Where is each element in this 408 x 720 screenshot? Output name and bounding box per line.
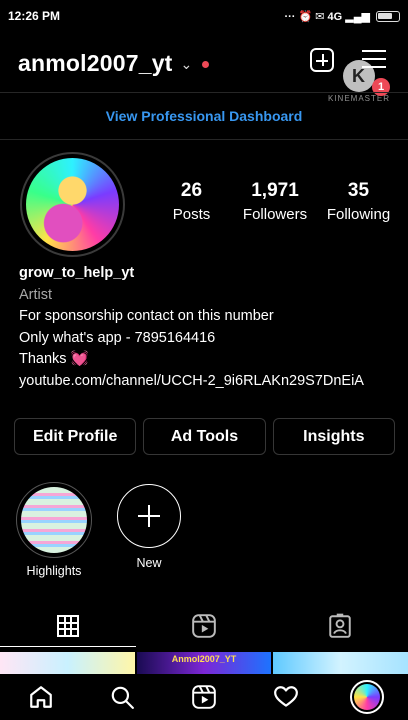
profile-avatar-icon: [350, 680, 385, 714]
nav-profile[interactable]: [347, 677, 387, 717]
reels-icon: [192, 685, 216, 709]
thumbnail-caption: Anmol2007_YT: [171, 654, 237, 664]
status-bar: 12:26 PM ··· ⏰ ✉ 4G ▂▄▆: [0, 0, 408, 32]
grid-icon: [57, 615, 79, 637]
bio-line-1: For sponsorship contact on this number: [19, 308, 274, 324]
watermark-logo: K: [342, 60, 375, 92]
username-switcher[interactable]: anmol2007_yt: [18, 50, 173, 77]
bio-line-3: Thanks: [19, 351, 67, 367]
edit-profile-button[interactable]: Edit Profile: [14, 418, 137, 455]
posts-count: 26: [180, 180, 203, 201]
tab-posts-grid[interactable]: [0, 604, 136, 648]
nav-search[interactable]: [102, 677, 142, 717]
reels-icon: [192, 614, 216, 638]
profile-action-buttons: Edit Profile Ad Tools Insights: [14, 418, 395, 455]
following-count: 35: [347, 180, 370, 201]
bio-link[interactable]: youtube.com/channel/UCCH-2_9i6RLAKn29S7D…: [19, 371, 399, 393]
status-indicators: ··· ⏰ ✉ 4G ▂▄▆: [284, 10, 400, 23]
new-highlight-label: New: [136, 556, 162, 570]
followers-count: 1,971: [251, 180, 299, 201]
post-thumbnail[interactable]: [273, 652, 408, 674]
heart-icon: 💓: [70, 351, 89, 367]
profile-header: anmol2007_yt ⌄ K KINEMASTER 1: [0, 40, 408, 103]
ad-tools-button[interactable]: Ad Tools: [143, 418, 266, 455]
home-icon: [29, 686, 52, 708]
notification-badge: 1: [372, 78, 390, 96]
highlight-item[interactable]: Highlights: [14, 482, 94, 578]
profile-bio: grow_to_help_yt Artist For sponsorship c…: [19, 263, 399, 392]
stat-following[interactable]: 35 Following: [317, 180, 400, 223]
post-thumbnail[interactable]: [0, 652, 135, 674]
tab-tagged[interactable]: [272, 604, 408, 648]
insights-button[interactable]: Insights: [272, 418, 395, 455]
search-icon: [112, 686, 135, 709]
stat-posts[interactable]: 26 Posts: [150, 180, 233, 223]
avatar-image: [26, 158, 119, 251]
status-icons: ··· ⏰ ✉ 4G ▂▄▆: [284, 10, 370, 23]
posts-grid: Anmol2007_YT: [0, 652, 408, 674]
nav-reels[interactable]: [184, 677, 224, 717]
following-label: Following: [326, 206, 391, 223]
content-tabs: [0, 604, 408, 648]
display-name: grow_to_help_yt: [19, 265, 135, 281]
battery-icon: [376, 10, 400, 22]
posts-label: Posts: [172, 206, 211, 223]
profile-stats: 26 Posts 1,971 Followers 35 Following: [150, 180, 400, 223]
highlight-image: [21, 487, 87, 553]
category-label: Artist: [19, 286, 53, 303]
profile-avatar[interactable]: [20, 152, 125, 257]
bio-line-2: Only what's app - 7895164416: [19, 329, 216, 346]
status-time: 12:26 PM: [8, 9, 61, 23]
bottom-navigation: [0, 674, 408, 720]
highlight-label: Highlights: [26, 564, 82, 578]
followers-label: Followers: [242, 206, 308, 223]
nav-activity[interactable]: [266, 677, 306, 717]
header-divider: [0, 92, 408, 93]
tagged-icon: [329, 613, 351, 638]
professional-dashboard-link[interactable]: View Professional Dashboard: [0, 108, 408, 124]
notification-dot: [202, 60, 210, 68]
plus-icon: [117, 484, 181, 548]
new-highlight[interactable]: New: [117, 484, 181, 570]
nav-home[interactable]: [21, 677, 61, 717]
heart-icon: [273, 686, 298, 707]
active-tab-indicator: [0, 646, 136, 647]
post-thumbnail[interactable]: Anmol2007_YT: [136, 652, 272, 674]
dashboard-divider: [0, 139, 408, 140]
chevron-down-icon[interactable]: ⌄: [181, 56, 193, 73]
highlight-cover: [16, 482, 92, 558]
stat-followers[interactable]: 1,971 Followers: [234, 180, 317, 223]
tab-reels[interactable]: [136, 604, 272, 648]
